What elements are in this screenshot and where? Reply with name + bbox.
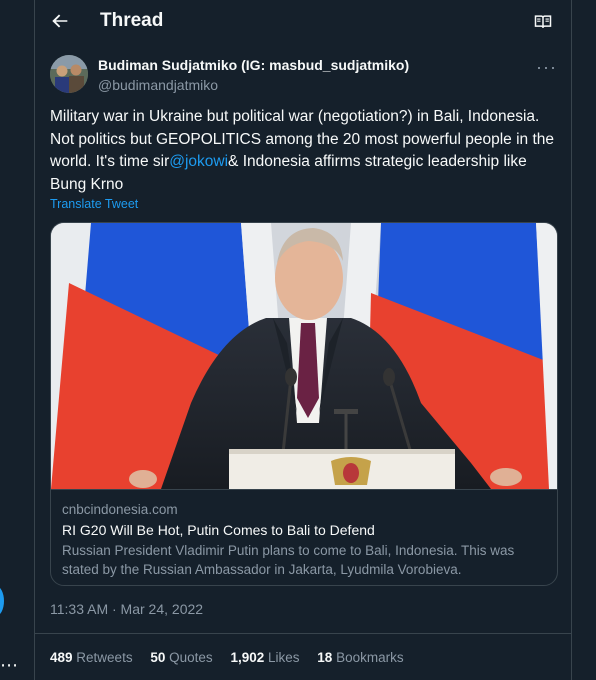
tweet-text: Military war in Ukraine but political wa… bbox=[50, 106, 558, 196]
thread-header: Thread bbox=[35, 0, 573, 44]
author-name[interactable]: Budiman Sudjatmiko (IG: masbud_sudjatmik… bbox=[98, 57, 409, 73]
avatar[interactable] bbox=[50, 55, 88, 93]
bookmarks-stat[interactable]: 18 Bookmarks bbox=[317, 650, 403, 665]
likes-count: 1,902 bbox=[230, 650, 265, 665]
retweets-count: 489 bbox=[50, 650, 73, 665]
card-info: cnbcindonesia.com RI G20 Will Be Hot, Pu… bbox=[51, 489, 557, 585]
card-description: Russian President Vladimir Putin plans t… bbox=[62, 543, 515, 577]
card-domain: cnbcindonesia.com bbox=[62, 502, 178, 517]
mention-link[interactable]: @jokowi bbox=[169, 153, 228, 170]
thread-column: Thread Budiman Sudjatmiko (IG: masbud_su… bbox=[34, 0, 573, 680]
card-title: RI G20 Will Be Hot, Putin Comes to Bali … bbox=[62, 522, 375, 538]
bookmarks-count: 18 bbox=[317, 650, 333, 665]
author-handle[interactable]: @budimandjatmiko bbox=[98, 77, 218, 93]
more-options-icon[interactable]: ··· bbox=[536, 57, 557, 78]
engagement-stats: 489 Retweets 50 Quotes 1,902 Likes 18 Bo… bbox=[50, 650, 418, 665]
right-sidebar-edge bbox=[572, 0, 596, 680]
link-preview-card[interactable]: cnbcindonesia.com RI G20 Will Be Hot, Pu… bbox=[50, 222, 558, 586]
divider bbox=[35, 633, 573, 634]
more-menu-icon[interactable]: ⋯ bbox=[0, 655, 19, 676]
likes-label: Likes bbox=[268, 650, 300, 665]
retweets-label: Retweets bbox=[76, 650, 133, 665]
likes-stat[interactable]: 1,902 Likes bbox=[230, 650, 299, 665]
card-image bbox=[51, 223, 557, 489]
compose-button-edge[interactable] bbox=[0, 586, 4, 616]
quotes-count: 50 bbox=[150, 650, 166, 665]
left-sidebar: ⋯ bbox=[0, 0, 34, 680]
quotes-stat[interactable]: 50 Quotes bbox=[150, 650, 212, 665]
retweets-stat[interactable]: 489 Retweets bbox=[50, 650, 133, 665]
bookmarks-label: Bookmarks bbox=[336, 650, 404, 665]
book-open-icon[interactable] bbox=[533, 12, 553, 32]
tweet-timestamp[interactable]: 11:33 AM · Mar 24, 2022 bbox=[50, 601, 203, 617]
quotes-label: Quotes bbox=[169, 650, 213, 665]
translate-tweet-link[interactable]: Translate Tweet bbox=[50, 197, 138, 211]
page-title: Thread bbox=[100, 10, 164, 31]
arrow-left-icon[interactable] bbox=[49, 10, 71, 32]
